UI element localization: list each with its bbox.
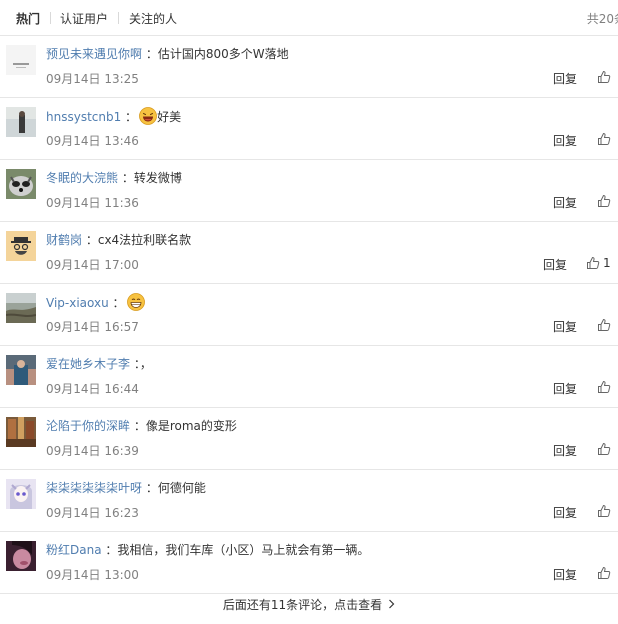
- comment-row: 爱在她乡木子李 ：， 09月14日 16:44 回复: [0, 346, 618, 408]
- reply-button[interactable]: 回复: [553, 380, 577, 397]
- chevron-right-icon: [388, 598, 395, 612]
- comment-text: 好美: [157, 110, 182, 124]
- thumbs-up-icon: [598, 442, 611, 455]
- laughing-emoji-icon: [139, 107, 157, 125]
- like-button[interactable]: [597, 69, 611, 85]
- comment-time: 09月14日 11:36: [46, 196, 139, 210]
- like-button[interactable]: [597, 565, 611, 581]
- comment-time: 09月14日 16:23: [46, 506, 139, 520]
- thumbs-up-icon: [598, 504, 611, 517]
- comment-row: 预见未来遇见你啊 ：估计国内800多个W落地 09月14日 13:25 回复: [0, 36, 618, 98]
- comment-username[interactable]: 爱在她乡木子李: [46, 357, 130, 371]
- comment-username[interactable]: Vip-xiaoxu: [46, 296, 109, 310]
- reply-button[interactable]: 回复: [553, 566, 577, 583]
- comment-username[interactable]: 沦陷于你的深眸: [46, 419, 130, 433]
- like-button[interactable]: [597, 193, 611, 209]
- comment-row: Vip-xiaoxu ： 09月14日 16:57 回复: [0, 284, 618, 346]
- comment-row: 冬眠的大浣熊 ：转发微博 09月14日 11:36 回复: [0, 160, 618, 222]
- tab-verified-users[interactable]: 认证用户: [60, 10, 108, 27]
- tab-divider: [118, 12, 119, 24]
- reply-button[interactable]: 回复: [553, 194, 577, 211]
- avatar[interactable]: [6, 107, 36, 137]
- comment-text: 何德何能: [157, 481, 206, 495]
- thumbs-up-icon: [598, 380, 611, 393]
- comment-text: 像是roma的变形: [145, 419, 237, 433]
- comment-row: 财鹤岗 ：cx4法拉利联名款 09月14日 17:00 回复 1: [0, 222, 618, 284]
- comment-text: 我相信，我们车库（小区）马上就会有第一辆。: [117, 543, 370, 557]
- comment-row: 沦陷于你的深眸 ：像是roma的变形 09月14日 16:39 回复: [0, 408, 618, 470]
- like-count: 1: [603, 256, 611, 270]
- comment-text: 转发微博: [133, 171, 182, 185]
- comment-time: 09月14日 13:00: [46, 568, 139, 582]
- tab-hot[interactable]: 热门: [16, 10, 40, 27]
- comment-row: 粉红Dana ：我相信，我们车库（小区）马上就会有第一辆。 09月14日 13:…: [0, 532, 618, 594]
- thumbs-up-icon: [598, 70, 611, 83]
- avatar[interactable]: [6, 355, 36, 385]
- comment-time: 09月14日 17:00: [46, 258, 139, 272]
- comment-time: 09月14日 16:39: [46, 444, 139, 458]
- reply-button[interactable]: 回复: [553, 132, 577, 149]
- comment-time: 09月14日 13:25: [46, 72, 139, 86]
- thumbs-up-icon: [598, 318, 611, 331]
- reply-button[interactable]: 回复: [553, 442, 577, 459]
- tab-following[interactable]: 关注的人: [129, 10, 177, 27]
- avatar[interactable]: [6, 541, 36, 571]
- reply-button[interactable]: 回复: [553, 70, 577, 87]
- comment-username[interactable]: 冬眠的大浣熊: [46, 171, 118, 185]
- comment-time: 09月14日 16:44: [46, 382, 139, 396]
- avatar[interactable]: [6, 417, 36, 447]
- comment-text: cx4法拉利联名款: [97, 233, 192, 247]
- load-more-label: 后面还有11条评论，点击查看: [222, 598, 383, 612]
- comment-username[interactable]: 粉红Dana: [46, 543, 102, 557]
- like-button[interactable]: 1: [586, 255, 611, 271]
- reply-button[interactable]: 回复: [553, 318, 577, 335]
- comment-row: 柒柒柒柒柒柒叶呀 ：何德何能 09月14日 16:23 回复: [0, 470, 618, 532]
- reply-button[interactable]: 回复: [543, 256, 567, 273]
- thumbs-up-icon: [598, 132, 611, 145]
- comment-username[interactable]: 柒柒柒柒柒柒叶呀: [46, 481, 142, 495]
- avatar[interactable]: [6, 479, 36, 509]
- comment-username[interactable]: 预见未来遇见你啊: [46, 47, 142, 61]
- comment-text: ，: [139, 357, 152, 371]
- avatar[interactable]: [6, 169, 36, 199]
- grinning-emoji-icon: [126, 293, 145, 311]
- comment-text: 估计国内800多个W落地: [157, 47, 289, 61]
- reply-button[interactable]: 回复: [553, 504, 577, 521]
- thumbs-up-icon: [598, 566, 611, 579]
- avatar[interactable]: [6, 231, 36, 261]
- like-button[interactable]: [597, 131, 611, 147]
- comment-total-count: 共20条: [586, 12, 618, 26]
- comment-username[interactable]: hnssystcnb1: [46, 110, 121, 124]
- comment-row: hnssystcnb1 ：好美 09月14日 13:46 回复: [0, 98, 618, 160]
- comment-time: 09月14日 13:46: [46, 134, 139, 148]
- comment-filter-tabs: 热门 认证用户 关注的人 共20条: [0, 0, 618, 36]
- load-more-comments-link[interactable]: 后面还有11条评论，点击查看: [0, 596, 618, 613]
- like-button[interactable]: [597, 317, 611, 333]
- comment-username[interactable]: 财鹤岗: [46, 233, 82, 247]
- thumbs-up-icon: [587, 256, 600, 269]
- like-button[interactable]: [597, 503, 611, 519]
- like-button[interactable]: [597, 441, 611, 457]
- tab-divider: [50, 12, 51, 24]
- comment-time: 09月14日 16:57: [46, 320, 139, 334]
- thumbs-up-icon: [598, 194, 611, 207]
- avatar[interactable]: [6, 293, 36, 323]
- like-button[interactable]: [597, 379, 611, 395]
- avatar[interactable]: [6, 45, 36, 75]
